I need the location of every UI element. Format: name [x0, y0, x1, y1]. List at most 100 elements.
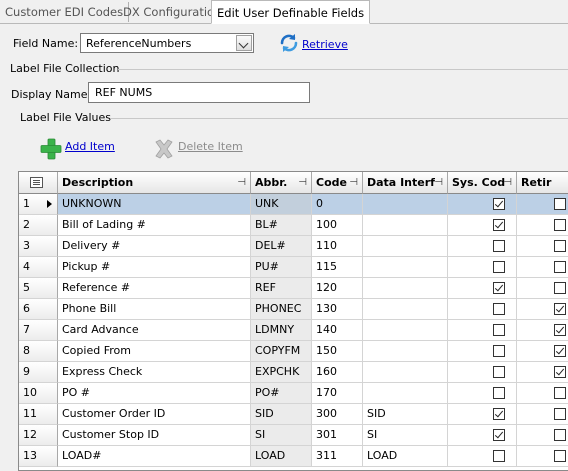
- abbr-cell[interactable]: LOAD: [251, 446, 312, 467]
- checkbox-unchecked[interactable]: [554, 219, 566, 231]
- pin-icon[interactable]: ⊣: [434, 172, 443, 193]
- column-header-code[interactable]: Code ⊣: [312, 172, 363, 194]
- checkbox-unchecked[interactable]: [554, 198, 566, 210]
- tab-edit-user-definable-fields[interactable]: Edit User Definable Fields: [211, 0, 371, 24]
- description-cell[interactable]: Customer Stop ID: [58, 425, 251, 446]
- sys-code-cell[interactable]: [448, 194, 517, 215]
- column-chooser-icon[interactable]: [30, 177, 43, 188]
- checkbox-unchecked[interactable]: [493, 240, 505, 252]
- pin-icon[interactable]: ⊣: [349, 172, 358, 193]
- sys-code-cell[interactable]: [448, 383, 517, 404]
- plus-icon[interactable]: [40, 138, 62, 160]
- checkbox-unchecked[interactable]: [554, 450, 566, 462]
- checkbox-checked[interactable]: [554, 345, 566, 357]
- code-cell[interactable]: 150: [312, 341, 363, 362]
- data-interf-cell[interactable]: [363, 257, 448, 278]
- checkbox-checked[interactable]: [554, 303, 566, 315]
- code-cell[interactable]: 120: [312, 278, 363, 299]
- checkbox-unchecked[interactable]: [554, 429, 566, 441]
- checkbox-unchecked[interactable]: [554, 282, 566, 294]
- checkbox-unchecked[interactable]: [493, 450, 505, 462]
- data-interf-cell[interactable]: [363, 299, 448, 320]
- checkbox-unchecked[interactable]: [493, 303, 505, 315]
- retrieve-link[interactable]: Retrieve: [302, 38, 348, 51]
- retired-cell[interactable]: [517, 383, 568, 404]
- description-cell[interactable]: PO #: [58, 383, 251, 404]
- code-cell[interactable]: 100: [312, 215, 363, 236]
- data-interf-cell[interactable]: [363, 341, 448, 362]
- abbr-cell[interactable]: PU#: [251, 257, 312, 278]
- column-header-retired[interactable]: Retir: [517, 172, 568, 194]
- sys-code-cell[interactable]: [448, 320, 517, 341]
- retired-cell[interactable]: [517, 278, 568, 299]
- checkbox-checked[interactable]: [493, 198, 505, 210]
- abbr-cell[interactable]: DEL#: [251, 236, 312, 257]
- description-cell[interactable]: Bill of Lading #: [58, 215, 251, 236]
- checkbox-checked[interactable]: [493, 429, 505, 441]
- checkbox-unchecked[interactable]: [554, 387, 566, 399]
- retired-cell[interactable]: [517, 194, 568, 215]
- checkbox-unchecked[interactable]: [493, 387, 505, 399]
- data-interf-cell[interactable]: [363, 362, 448, 383]
- data-interf-cell[interactable]: [363, 194, 448, 215]
- sys-code-cell[interactable]: [448, 425, 517, 446]
- retired-cell[interactable]: [517, 425, 568, 446]
- retired-cell[interactable]: [517, 404, 568, 425]
- data-interf-cell[interactable]: LOAD: [363, 446, 448, 467]
- checkbox-unchecked[interactable]: [493, 324, 505, 336]
- checkbox-checked[interactable]: [493, 408, 505, 420]
- checkbox-unchecked[interactable]: [493, 366, 505, 378]
- description-cell[interactable]: Phone Bill: [58, 299, 251, 320]
- data-interf-cell[interactable]: SI: [363, 425, 448, 446]
- pin-icon[interactable]: ⊣: [503, 172, 512, 193]
- code-cell[interactable]: 115: [312, 257, 363, 278]
- checkbox-checked[interactable]: [493, 219, 505, 231]
- column-header-abbr[interactable]: Abbr. ⊣: [251, 172, 312, 194]
- abbr-cell[interactable]: EXPCHK: [251, 362, 312, 383]
- data-interf-cell[interactable]: [363, 278, 448, 299]
- data-interf-cell[interactable]: [363, 383, 448, 404]
- sys-code-cell[interactable]: [448, 446, 517, 467]
- pin-icon[interactable]: ⊣: [237, 172, 246, 193]
- abbr-cell[interactable]: SID: [251, 404, 312, 425]
- column-header-sys-code[interactable]: Sys. Cod ⊣: [448, 172, 517, 194]
- checkbox-unchecked[interactable]: [493, 345, 505, 357]
- abbr-cell[interactable]: UNK: [251, 194, 312, 215]
- checkbox-checked[interactable]: [554, 324, 566, 336]
- abbr-cell[interactable]: LDMNY: [251, 320, 312, 341]
- retired-cell[interactable]: [517, 299, 568, 320]
- chevron-down-icon[interactable]: [236, 35, 252, 51]
- description-cell[interactable]: Copied From: [58, 341, 251, 362]
- code-cell[interactable]: 170: [312, 383, 363, 404]
- abbr-cell[interactable]: PHONEC: [251, 299, 312, 320]
- sys-code-cell[interactable]: [448, 341, 517, 362]
- sys-code-cell[interactable]: [448, 278, 517, 299]
- description-cell[interactable]: Card Advance: [58, 320, 251, 341]
- description-cell[interactable]: LOAD#: [58, 446, 251, 467]
- description-cell[interactable]: Express Check: [58, 362, 251, 383]
- sys-code-cell[interactable]: [448, 215, 517, 236]
- code-cell[interactable]: 311: [312, 446, 363, 467]
- retired-cell[interactable]: [517, 341, 568, 362]
- data-interf-cell[interactable]: [363, 215, 448, 236]
- code-cell[interactable]: 130: [312, 299, 363, 320]
- retired-cell[interactable]: [517, 236, 568, 257]
- retired-cell[interactable]: [517, 446, 568, 467]
- abbr-cell[interactable]: PO#: [251, 383, 312, 404]
- data-interf-cell[interactable]: SID: [363, 404, 448, 425]
- checkbox-unchecked[interactable]: [554, 240, 566, 252]
- code-cell[interactable]: 301: [312, 425, 363, 446]
- retired-cell[interactable]: [517, 215, 568, 236]
- display-name-input[interactable]: REF NUMS: [88, 82, 310, 103]
- retired-cell[interactable]: [517, 257, 568, 278]
- field-name-select[interactable]: ReferenceNumbers: [80, 33, 254, 53]
- column-header-description[interactable]: Description ⊣: [58, 172, 251, 194]
- tab-customer-edi-codes[interactable]: Customer EDI Codes: [0, 2, 130, 22]
- abbr-cell[interactable]: BL#: [251, 215, 312, 236]
- abbr-cell[interactable]: COPYFM: [251, 341, 312, 362]
- description-cell[interactable]: UNKNOWN: [58, 194, 251, 215]
- pin-icon[interactable]: ⊣: [298, 172, 307, 193]
- description-cell[interactable]: Reference #: [58, 278, 251, 299]
- checkbox-checked[interactable]: [493, 282, 505, 294]
- retired-cell[interactable]: [517, 362, 568, 383]
